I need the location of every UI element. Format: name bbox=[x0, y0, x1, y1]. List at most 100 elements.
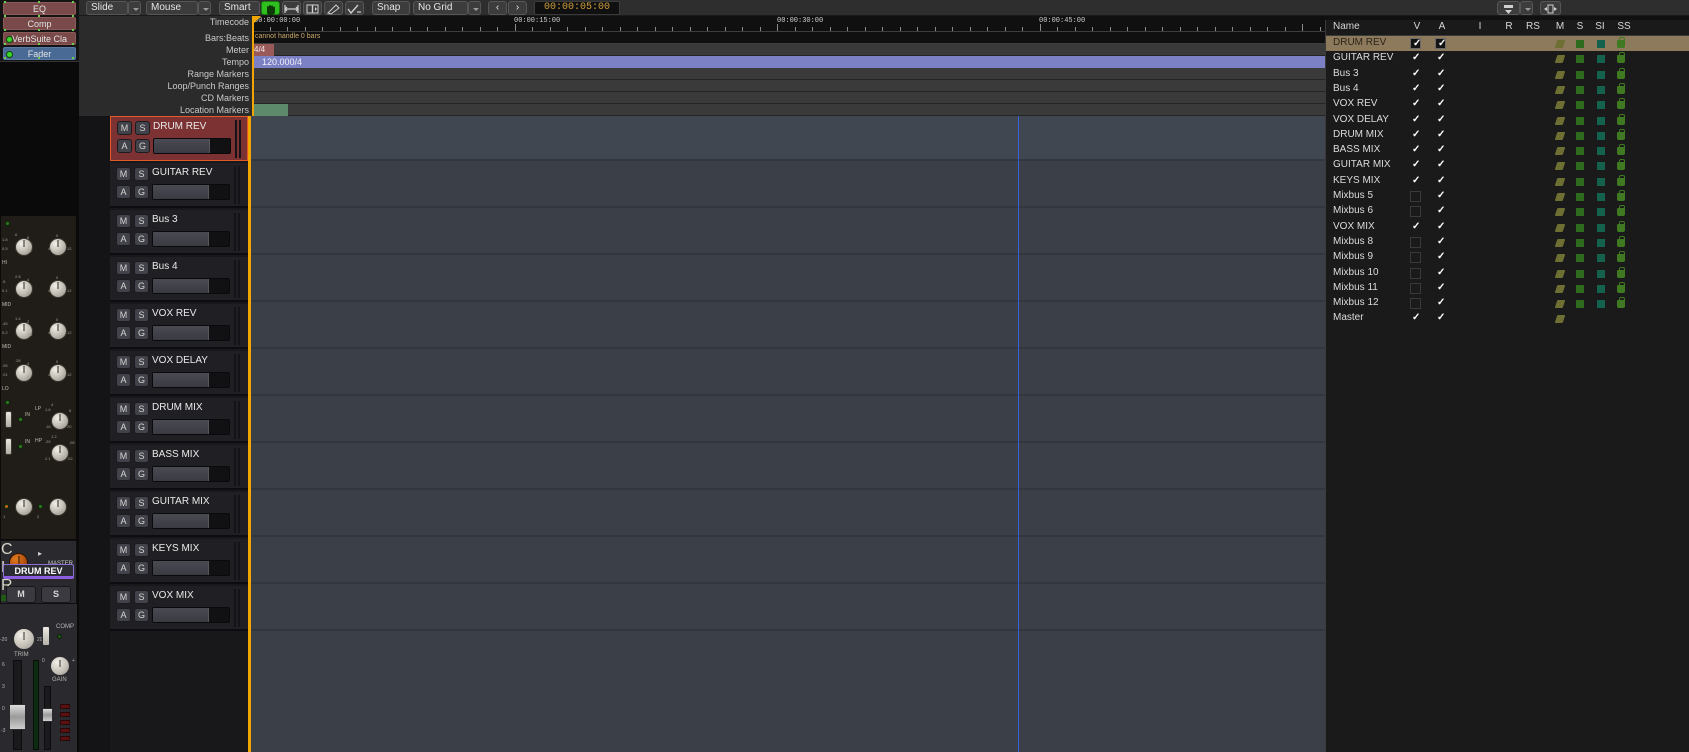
track-lane-drum-mix[interactable] bbox=[248, 398, 1325, 443]
tracklist-row[interactable]: KEYS MIX ✓ ✓ bbox=[1326, 174, 1689, 189]
tracklist-solo-square-icon[interactable] bbox=[1597, 162, 1605, 171]
tracklist-row-name[interactable]: VOX DELAY bbox=[1333, 114, 1389, 125]
track-resize-handle[interactable] bbox=[234, 307, 243, 345]
tracklist-mute-square-icon[interactable] bbox=[1576, 177, 1584, 186]
ruler-label-timecode[interactable]: Timecode bbox=[210, 17, 249, 27]
tracklist-lock-icon[interactable] bbox=[1617, 37, 1625, 48]
eq-band-1-gain-knob[interactable] bbox=[49, 238, 67, 256]
tracklist-row[interactable]: VOX MIX ✓ ✓ bbox=[1326, 220, 1689, 235]
tracklist-mute-square-icon[interactable] bbox=[1576, 85, 1584, 94]
tracklist-row[interactable]: DRUM MIX ✓ ✓ bbox=[1326, 128, 1689, 143]
tracklist-edit-pencil-icon[interactable] bbox=[1554, 254, 1566, 263]
track-gain-slider[interactable] bbox=[153, 138, 231, 154]
eq-led-2[interactable] bbox=[5, 400, 10, 405]
eq-in-switch-1[interactable] bbox=[5, 411, 12, 428]
track-resize-handle[interactable] bbox=[234, 213, 243, 251]
track-lane-bus-3[interactable] bbox=[248, 210, 1325, 255]
tracklist-solo-square-icon[interactable] bbox=[1597, 55, 1605, 64]
tracklist-column-ss[interactable]: SS bbox=[1616, 21, 1632, 32]
track-gain-slider[interactable] bbox=[152, 184, 230, 200]
track-mute-button[interactable]: M bbox=[116, 402, 131, 416]
tracklist-mute-square-icon[interactable] bbox=[1576, 284, 1584, 293]
ruler-label-bars-beats[interactable]: Bars:Beats bbox=[205, 33, 249, 43]
tracklist-lock-icon[interactable] bbox=[1617, 205, 1625, 217]
tracklist-solo-square-icon[interactable] bbox=[1597, 131, 1605, 140]
track-name-label[interactable]: KEYS MIX bbox=[152, 543, 199, 554]
tracklist-edit-pencil-icon[interactable] bbox=[1554, 208, 1566, 217]
track-solo-button[interactable]: S bbox=[134, 355, 149, 369]
eq-in-switch-2[interactable] bbox=[5, 438, 12, 455]
track-mute-button[interactable]: M bbox=[116, 355, 131, 369]
tracklist-solo-square-icon[interactable] bbox=[1597, 85, 1605, 94]
tracklist-row-name[interactable]: Mixbus 12 bbox=[1333, 297, 1379, 308]
tracklist-lock-icon[interactable] bbox=[1617, 281, 1625, 293]
processor-box[interactable]: EQ Comp VerbSuite Cla Fader bbox=[0, 0, 79, 62]
tracklist-row[interactable]: Bus 3 ✓ ✓ bbox=[1326, 67, 1689, 82]
tracklist-edit-pencil-icon[interactable] bbox=[1554, 300, 1566, 309]
track-group-button[interactable]: G bbox=[134, 561, 149, 575]
tracklist-v-checkbox[interactable]: ✓ bbox=[1410, 114, 1421, 126]
tracklist-row-name[interactable]: VOX MIX bbox=[1333, 221, 1375, 232]
ruler-label-cd-markers[interactable]: CD Markers bbox=[201, 93, 249, 103]
track-header-bus-4[interactable]: M S A G Bus 4 bbox=[110, 257, 248, 302]
track-solo-button[interactable]: S bbox=[134, 402, 149, 416]
cut-tool-icon[interactable] bbox=[303, 1, 322, 15]
gain-knob[interactable] bbox=[50, 656, 70, 676]
tracklist-row[interactable]: Mixbus 12 ✓ bbox=[1326, 296, 1689, 311]
tracklist-row-name[interactable]: Master bbox=[1333, 312, 1364, 323]
tracklist-row[interactable]: BASS MIX ✓ ✓ bbox=[1326, 143, 1689, 158]
grid-mode-button[interactable]: No Grid bbox=[413, 1, 468, 15]
tracklist-a-checkbox[interactable]: ✓ bbox=[1435, 144, 1446, 156]
eq-band-2-gain-knob[interactable] bbox=[49, 280, 67, 298]
track-name-label[interactable]: Bus 4 bbox=[152, 261, 178, 272]
tracklist-row-name[interactable]: Bus 4 bbox=[1333, 83, 1359, 94]
tracklist-v-checkbox[interactable]: ✓ bbox=[1410, 312, 1421, 324]
track-automation-button[interactable]: A bbox=[117, 139, 132, 153]
tracklist-row[interactable]: Mixbus 9 ✓ bbox=[1326, 250, 1689, 265]
track-name-label[interactable]: BASS MIX bbox=[152, 449, 199, 460]
track-automation-button[interactable]: A bbox=[116, 279, 131, 293]
tracklist-mute-square-icon[interactable] bbox=[1576, 101, 1584, 110]
draw-tool-icon[interactable] bbox=[324, 1, 343, 15]
track-mute-button[interactable]: M bbox=[116, 543, 131, 557]
tracklist-lock-icon[interactable] bbox=[1617, 190, 1625, 201]
tracklist-lock-icon[interactable] bbox=[1617, 266, 1625, 278]
eq-band-3-freq-knob[interactable] bbox=[15, 322, 33, 340]
layout-chevron-down-icon[interactable] bbox=[1520, 1, 1533, 15]
tracklist-a-checkbox[interactable]: ✓ bbox=[1435, 175, 1446, 187]
tracklist-v-checkbox[interactable]: ✓ bbox=[1410, 144, 1421, 156]
tracklist-row[interactable]: DRUM REV ✓ ✓ bbox=[1326, 36, 1689, 51]
tracklist-edit-pencil-icon[interactable] bbox=[1554, 193, 1566, 201]
track-group-button[interactable]: G bbox=[134, 467, 149, 481]
ruler-label-tempo[interactable]: Tempo bbox=[222, 57, 249, 67]
track-lane-keys-mix[interactable] bbox=[248, 539, 1325, 584]
tracklist-v-checkbox[interactable] bbox=[1410, 206, 1421, 218]
tracklist-row-name[interactable]: Mixbus 5 bbox=[1333, 190, 1373, 201]
tracklist-a-checkbox[interactable]: ✓ bbox=[1435, 114, 1446, 126]
tracklist-row[interactable]: Mixbus 6 ✓ bbox=[1326, 204, 1689, 219]
strip-mute-button[interactable]: M bbox=[6, 586, 36, 603]
tracklist-column-m[interactable]: M bbox=[1552, 21, 1568, 32]
aux-fader-cap[interactable] bbox=[42, 708, 53, 722]
tracklist-v-checkbox[interactable] bbox=[1410, 298, 1421, 310]
track-mute-button[interactable]: M bbox=[116, 308, 131, 322]
track-resize-handle[interactable] bbox=[234, 401, 243, 439]
track-automation-button[interactable]: A bbox=[116, 561, 131, 575]
eq-band-2-freq-knob[interactable] bbox=[15, 280, 33, 298]
track-lane-bus-4[interactable] bbox=[248, 257, 1325, 302]
track-resize-handle[interactable] bbox=[234, 589, 243, 627]
tracklist-mute-square-icon[interactable] bbox=[1576, 193, 1584, 201]
tracklist-v-checkbox[interactable]: ✓ bbox=[1410, 175, 1421, 187]
track-solo-button[interactable]: S bbox=[134, 261, 149, 275]
eq-band-4-gain-knob[interactable] bbox=[49, 364, 67, 382]
track-header-bass-mix[interactable]: M S A G BASS MIX bbox=[110, 445, 248, 490]
tracklist-solo-square-icon[interactable] bbox=[1597, 177, 1605, 186]
tracklist-mute-square-icon[interactable] bbox=[1576, 116, 1584, 125]
tracklist-row-name[interactable]: GUITAR REV bbox=[1333, 52, 1393, 63]
track-lane-guitar-mix[interactable] bbox=[248, 492, 1325, 537]
tracklist-lock-icon[interactable] bbox=[1617, 251, 1625, 263]
tracklist-edit-pencil-icon[interactable] bbox=[1554, 177, 1566, 186]
location-marker[interactable] bbox=[252, 104, 288, 116]
tracklist-mute-square-icon[interactable] bbox=[1576, 131, 1584, 140]
track-gain-slider[interactable] bbox=[152, 325, 230, 341]
